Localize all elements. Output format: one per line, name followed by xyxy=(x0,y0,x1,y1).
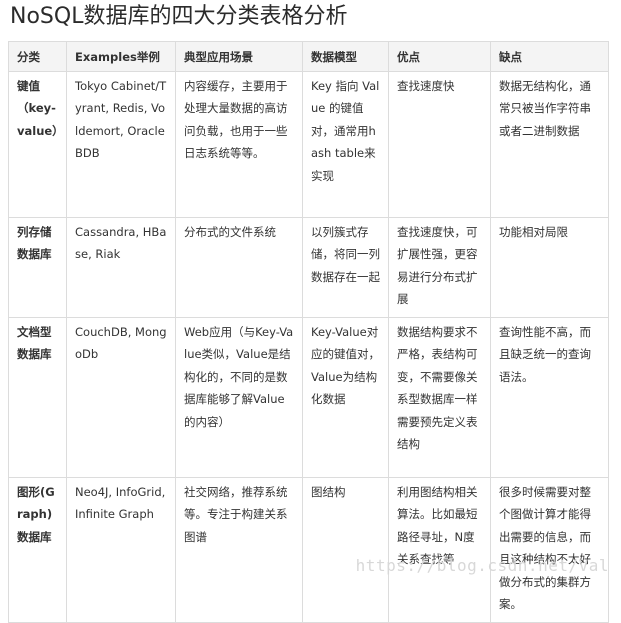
row-category: 文档型数据库 xyxy=(8,316,67,478)
row-data-model: Key-Value对应的键值对，Value为结构化数据 xyxy=(302,316,389,478)
row-examples: Neo4J, InfoGrid, Infinite Graph xyxy=(66,476,176,623)
header-category: 分类 xyxy=(8,41,67,72)
table-row-graph: 图形(Graph)数据库 Neo4J, InfoGrid, Infinite G… xyxy=(8,476,609,623)
row-data-model: 图结构 xyxy=(302,476,389,623)
row-scenario: 内容缓存，主要用于处理大量数据的高访问负载，也用于一些日志系统等等。 xyxy=(175,70,303,218)
table-row-column-store: 列存储数据库 Cassandra, HBase, Riak 分布式的文件系统 以… xyxy=(8,216,609,318)
row-category: 列存储数据库 xyxy=(8,216,67,318)
row-data-model: Key 指向 Value 的键值对，通常用hash table来实现 xyxy=(302,70,389,218)
header-pros: 优点 xyxy=(388,41,491,72)
row-scenario: 分布式的文件系统 xyxy=(175,216,303,318)
table-header-row: 分类 Examples举例 典型应用场景 数据模型 优点 缺点 xyxy=(8,41,609,72)
row-examples: Tokyo Cabinet/Tyrant, Redis, Voldemort, … xyxy=(66,70,176,218)
row-cons: 功能相对局限 xyxy=(490,216,609,318)
row-scenario: 社交网络，推荐系统等。专注于构建关系图谱 xyxy=(175,476,303,623)
row-category: 键值（key-value） xyxy=(8,70,67,218)
row-pros: 查找速度快 xyxy=(388,70,491,218)
row-cons: 查询性能不高，而且缺乏统一的查询语法。 xyxy=(490,316,609,478)
row-cons: 很多时候需要对整个图做计算才能得出需要的信息，而且这种结构不太好做分布式的集群方… xyxy=(490,476,609,623)
row-examples: CouchDB, MongoDb xyxy=(66,316,176,478)
table-row-document: 文档型数据库 CouchDB, MongoDb Web应用（与Key-Value… xyxy=(8,316,609,478)
header-cons: 缺点 xyxy=(490,41,609,72)
row-category: 图形(Graph)数据库 xyxy=(8,476,67,623)
row-scenario: Web应用（与Key-Value类似，Value是结构化的，不同的是数据库能够了… xyxy=(175,316,303,478)
row-data-model: 以列簇式存储，将同一列数据存在一起 xyxy=(302,216,389,318)
table-row-key-value: 键值（key-value） Tokyo Cabinet/Tyrant, Redi… xyxy=(8,70,609,218)
header-examples: Examples举例 xyxy=(66,41,176,72)
source-watermark: https://blog.csdn.net/Val xyxy=(355,556,609,575)
row-pros: 数据结构要求不严格，表结构可变，不需要像关系型数据库一样需要预先定义表结构 xyxy=(388,316,491,478)
page-title: NoSQL数据库的四大分类表格分析 xyxy=(10,4,348,29)
row-examples: Cassandra, HBase, Riak xyxy=(66,216,176,318)
nosql-comparison-table: 分类 Examples举例 典型应用场景 数据模型 优点 缺点 键值（key-v… xyxy=(8,41,609,623)
header-scenario: 典型应用场景 xyxy=(175,41,303,72)
row-pros: 利用图结构相关算法。比如最短路径寻址，N度关系查找等 xyxy=(388,476,491,623)
row-cons: 数据无结构化，通常只被当作字符串或者二进制数据 xyxy=(490,70,609,218)
header-data-model: 数据模型 xyxy=(302,41,389,72)
row-pros: 查找速度快，可扩展性强，更容易进行分布式扩展 xyxy=(388,216,491,318)
